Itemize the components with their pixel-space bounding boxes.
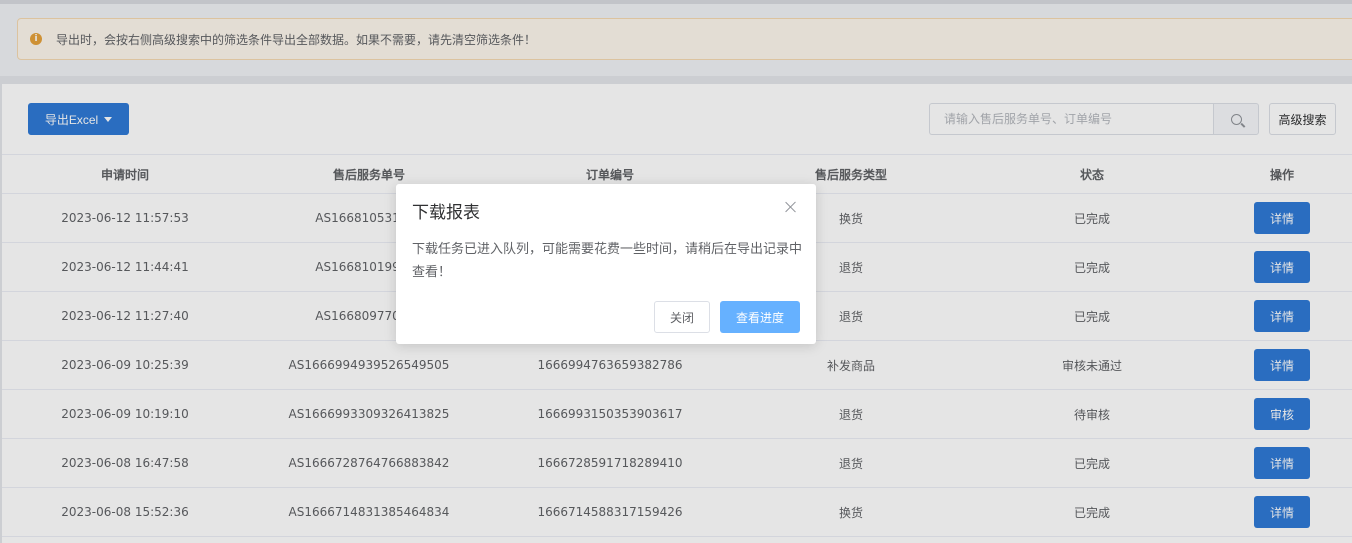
close-icon[interactable]	[784, 200, 798, 214]
dialog-close-button[interactable]: 关闭	[654, 301, 710, 333]
dialog-title: 下载报表	[412, 203, 480, 223]
view-progress-button[interactable]: 查看进度	[720, 301, 800, 333]
dialog-message: 下载任务已进入队列，可能需要花费一些时间，请稍后在导出记录中查看！	[412, 242, 803, 280]
download-report-dialog: 下载报表 下载任务已进入队列，可能需要花费一些时间，请稍后在导出记录中查看！ 关…	[396, 184, 816, 344]
